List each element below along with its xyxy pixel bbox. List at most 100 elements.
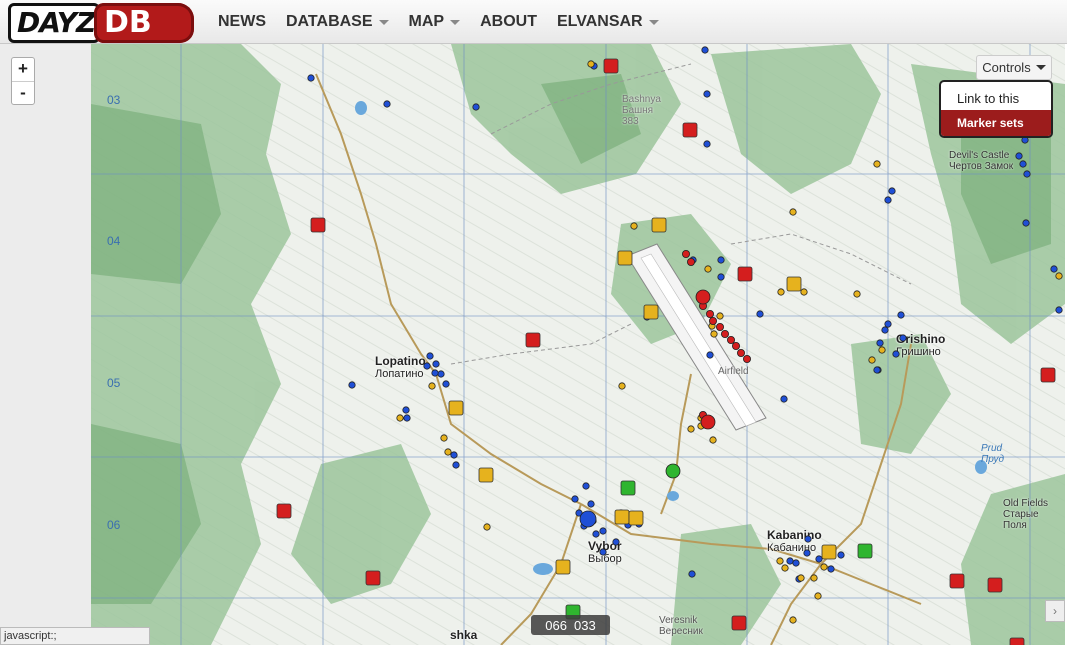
blue-marker[interactable] <box>717 256 725 264</box>
blue-marker[interactable] <box>892 350 900 358</box>
blue-marker[interactable] <box>403 414 411 422</box>
yellow-marker[interactable] <box>1055 272 1063 280</box>
loot-spawn-icon[interactable] <box>651 217 667 233</box>
yellow-marker[interactable] <box>777 288 785 296</box>
red-marker[interactable] <box>727 335 736 344</box>
vehicle-spawn-icon[interactable] <box>1040 367 1056 383</box>
large-red-marker[interactable] <box>700 414 716 430</box>
green-spawn-icon[interactable] <box>857 543 873 559</box>
blue-marker[interactable] <box>803 549 811 557</box>
yellow-marker[interactable] <box>709 436 717 444</box>
blue-marker[interactable] <box>1022 219 1030 227</box>
yellow-marker[interactable] <box>878 346 886 354</box>
red-marker[interactable] <box>682 249 691 258</box>
yellow-marker[interactable] <box>814 592 822 600</box>
loot-spawn-icon[interactable] <box>448 400 464 416</box>
large-green-marker[interactable] <box>665 463 681 479</box>
vehicle-spawn-icon[interactable] <box>603 58 619 74</box>
yellow-marker[interactable] <box>687 425 695 433</box>
site-logo[interactable]: DAYZ DB <box>8 3 194 43</box>
blue-marker[interactable] <box>1055 306 1063 314</box>
yellow-marker[interactable] <box>710 330 718 338</box>
vehicle-spawn-icon[interactable] <box>987 577 1003 593</box>
blue-marker[interactable] <box>876 339 884 347</box>
large-blue-marker[interactable] <box>579 510 597 528</box>
blue-marker[interactable] <box>571 495 579 503</box>
blue-marker[interactable] <box>472 103 480 111</box>
yellow-marker[interactable] <box>396 414 404 422</box>
red-marker[interactable] <box>709 316 718 325</box>
loot-spawn-icon[interactable] <box>478 467 494 483</box>
blue-marker[interactable] <box>437 370 445 378</box>
vehicle-spawn-icon[interactable] <box>682 122 698 138</box>
vehicle-spawn-icon[interactable] <box>365 570 381 586</box>
large-red-marker[interactable] <box>695 289 711 305</box>
yellow-marker[interactable] <box>428 382 436 390</box>
yellow-marker[interactable] <box>781 564 789 572</box>
yellow-marker[interactable] <box>810 574 818 582</box>
blue-marker[interactable] <box>1050 265 1058 273</box>
blue-marker[interactable] <box>899 334 907 342</box>
yellow-marker[interactable] <box>797 574 805 582</box>
link-to-this-item[interactable]: Link to this <box>941 82 1051 110</box>
blue-marker[interactable] <box>884 320 892 328</box>
blue-marker[interactable] <box>402 406 410 414</box>
vehicle-spawn-icon[interactable] <box>737 266 753 282</box>
zoom-in-button[interactable]: + <box>12 58 34 81</box>
blue-marker[interactable] <box>815 555 823 563</box>
yellow-marker[interactable] <box>444 448 452 456</box>
scroll-right-arrow-icon[interactable]: › <box>1045 600 1065 622</box>
blue-marker[interactable] <box>786 557 794 565</box>
vehicle-spawn-icon[interactable] <box>310 217 326 233</box>
vehicle-spawn-icon[interactable] <box>276 503 292 519</box>
blue-marker[interactable] <box>423 362 431 370</box>
blue-marker[interactable] <box>792 559 800 567</box>
blue-marker[interactable] <box>873 366 881 374</box>
yellow-marker[interactable] <box>873 160 881 168</box>
vehicle-spawn-icon[interactable] <box>731 615 747 631</box>
blue-marker[interactable] <box>442 380 450 388</box>
loot-spawn-icon[interactable] <box>628 510 644 526</box>
yellow-marker[interactable] <box>618 382 626 390</box>
blue-marker[interactable] <box>717 273 725 281</box>
loot-spawn-icon[interactable] <box>555 559 571 575</box>
loot-spawn-icon[interactable] <box>786 276 802 292</box>
blue-marker[interactable] <box>582 482 590 490</box>
blue-marker[interactable] <box>426 352 434 360</box>
blue-marker[interactable] <box>431 369 439 377</box>
yellow-marker[interactable] <box>800 288 808 296</box>
yellow-marker[interactable] <box>483 523 491 531</box>
blue-marker[interactable] <box>837 551 845 559</box>
blue-marker[interactable] <box>881 326 889 334</box>
blue-marker[interactable] <box>612 538 620 546</box>
blue-marker[interactable] <box>703 90 711 98</box>
yellow-marker[interactable] <box>868 356 876 364</box>
yellow-marker[interactable] <box>630 222 638 230</box>
nav-about[interactable]: ABOUT <box>480 13 537 31</box>
yellow-marker[interactable] <box>853 290 861 298</box>
yellow-marker[interactable] <box>716 312 724 320</box>
blue-marker[interactable] <box>688 570 696 578</box>
blue-marker[interactable] <box>432 360 440 368</box>
blue-marker[interactable] <box>307 74 315 82</box>
red-marker[interactable] <box>716 322 725 331</box>
blue-marker[interactable] <box>804 535 812 543</box>
green-spawn-icon[interactable] <box>620 480 636 496</box>
red-marker[interactable] <box>743 354 752 363</box>
blue-marker[interactable] <box>756 310 764 318</box>
blue-marker[interactable] <box>706 351 714 359</box>
red-marker[interactable] <box>721 329 730 338</box>
blue-marker[interactable] <box>884 196 892 204</box>
blue-marker[interactable] <box>1023 170 1031 178</box>
red-marker[interactable] <box>687 257 696 266</box>
nav-database[interactable]: DATABASE <box>286 13 389 31</box>
loot-spawn-icon[interactable] <box>614 509 630 525</box>
loot-spawn-icon[interactable] <box>821 544 837 560</box>
vehicle-spawn-icon[interactable] <box>1009 637 1025 645</box>
vehicle-spawn-icon[interactable] <box>525 332 541 348</box>
marker-sets-item[interactable]: Marker sets <box>941 110 1051 136</box>
blue-marker[interactable] <box>827 565 835 573</box>
yellow-marker[interactable] <box>789 616 797 624</box>
nav-user-elvansar[interactable]: ELVANSAR <box>557 13 659 31</box>
loot-spawn-icon[interactable] <box>617 250 633 266</box>
